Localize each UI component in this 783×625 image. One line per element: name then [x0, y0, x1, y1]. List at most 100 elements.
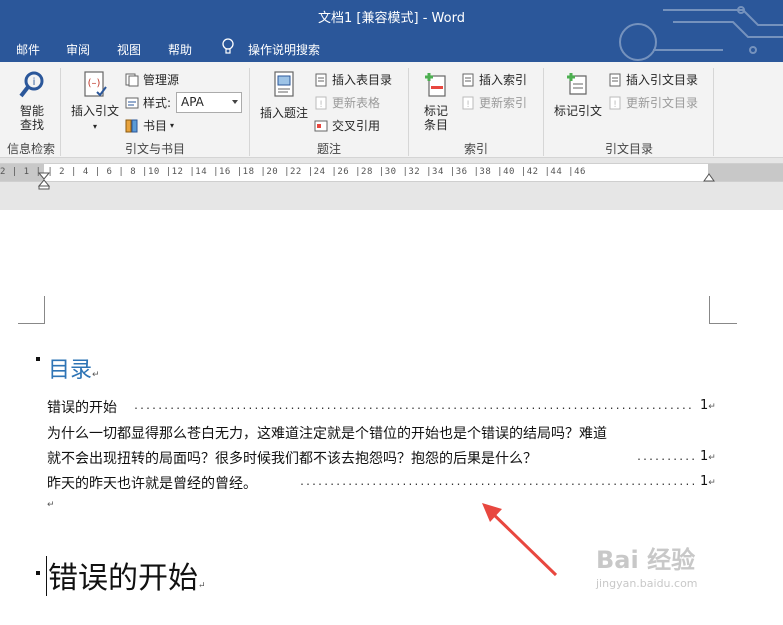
tab-view[interactable]: 视图	[117, 41, 141, 58]
manage-sources-icon	[125, 73, 139, 86]
separator	[249, 68, 250, 156]
update-index-label: 更新索引	[479, 96, 528, 110]
update-index-icon: !	[462, 96, 474, 110]
style-selector: 样式:	[125, 94, 171, 111]
group-label-research: 信息检索	[6, 142, 55, 156]
crop-mark	[18, 296, 45, 324]
separator	[408, 68, 409, 156]
toc-entry-text[interactable]: 为什么一切都显得那么苍白无力，这难道注定就是个错位的开始也是个错误的结局吗？难道	[47, 423, 607, 443]
update-toa-icon: !	[609, 96, 621, 110]
toc-entry-text[interactable]: 错误的开始	[47, 397, 117, 417]
tell-me-search[interactable]: 操作说明搜索	[248, 41, 320, 58]
update-table-label: 更新表格	[332, 96, 381, 110]
insert-caption-button[interactable]: 插入题注	[256, 70, 312, 120]
svg-text:i: i	[33, 77, 36, 88]
cross-reference-icon	[314, 120, 328, 131]
separator	[713, 68, 714, 156]
insert-caption-icon	[274, 71, 294, 97]
separator	[60, 68, 61, 156]
update-table-button[interactable]: ! 更新表格	[314, 94, 380, 111]
smart-lookup-button[interactable]: i 智能 查找	[12, 70, 52, 132]
toc-entry-text[interactable]: 昨天的昨天也许就是曾经的曾经。	[47, 473, 257, 493]
paragraph-mark: ↵	[198, 581, 206, 591]
bibliography-label: 书目	[143, 119, 168, 133]
update-table-icon: !	[315, 96, 327, 110]
style-dropdown[interactable]: APA	[176, 92, 242, 113]
insert-index-button[interactable]: 插入索引	[461, 71, 527, 88]
mark-entry-icon	[425, 73, 446, 97]
style-icon	[125, 97, 139, 108]
crop-mark	[709, 296, 737, 324]
manage-sources-label: 管理源	[143, 73, 180, 87]
insert-index-label: 插入索引	[479, 73, 528, 87]
toc-entry-text[interactable]: 就不会出现扭转的局面吗？很多时候我们都不该去抱怨吗？抱怨的后果是什么？	[47, 448, 537, 468]
paragraph-bullet	[36, 357, 40, 361]
update-toa-button[interactable]: ! 更新引文目录	[608, 94, 698, 111]
toc-heading-text: 目录	[48, 358, 93, 383]
svg-text:!: !	[613, 100, 617, 110]
svg-text:!: !	[466, 100, 470, 110]
insert-index-icon	[462, 73, 474, 86]
paragraph-bullet	[36, 571, 40, 575]
tab-mailings[interactable]: 邮件	[16, 41, 40, 58]
insert-toa-icon	[609, 73, 621, 86]
update-index-button[interactable]: ! 更新索引	[461, 94, 527, 111]
chevron-down-icon	[232, 100, 238, 104]
style-value: APA	[181, 95, 204, 109]
circuit-decoration	[619, 6, 783, 61]
paragraph-mark: ↵	[708, 478, 716, 488]
mark-entry-label: 标记 条目	[423, 104, 448, 132]
mark-entry-button[interactable]: 标记 条目	[416, 70, 456, 132]
chevron-down-icon: ▾	[92, 122, 97, 131]
group-label-index: 索引	[463, 142, 488, 156]
cross-reference-button[interactable]: 交叉引用	[314, 117, 380, 134]
watermark: Bai 经验 jingyan.baidu.com	[596, 540, 698, 590]
tab-review[interactable]: 审阅	[66, 41, 90, 58]
mark-citation-label: 标记引文	[553, 104, 602, 118]
paragraph-mark: ↵	[47, 500, 55, 510]
insert-caption-label: 插入题注	[259, 106, 308, 120]
paragraph-mark: ↵	[708, 453, 716, 463]
toc-leader-dots: ........................................…	[299, 477, 695, 488]
svg-text:(–): (–)	[88, 78, 101, 89]
group-label-citations: 引文与书目	[124, 142, 185, 156]
bibliography-icon	[125, 119, 138, 132]
toc-heading[interactable]: 目录↵	[48, 352, 100, 384]
toc-entry-page: 1↵	[700, 398, 716, 413]
lightbulb-icon[interactable]	[221, 38, 235, 59]
bibliography-button[interactable]: 书目 ▾	[125, 117, 174, 134]
toc-entry-page: 1↵	[700, 474, 716, 489]
update-toa-label: 更新引文目录	[626, 96, 699, 110]
annotation-arrow-icon	[482, 503, 558, 577]
insert-citation-label: 插入引文	[70, 104, 119, 118]
indent-marker-icon[interactable]	[38, 172, 50, 190]
insert-toa-button[interactable]: 插入引文目录	[608, 71, 698, 88]
smart-lookup-label: 智能 查找	[19, 104, 44, 132]
svg-text:!: !	[319, 100, 323, 110]
mark-citation-button[interactable]: 标记引文	[550, 70, 606, 118]
heading-1-text: 错误的开始	[48, 561, 198, 596]
manage-sources-button[interactable]: 管理源	[125, 71, 179, 88]
style-label: 样式:	[143, 96, 172, 110]
magnifier-icon: i	[19, 71, 44, 98]
ruler-ticks: 2 | 1 | | 2 | 4 | 6 | 8 |10 |12 |14 |16 …	[0, 167, 586, 177]
watermark-logo-text: Bai 经验	[596, 546, 696, 574]
insert-table-of-figures-button[interactable]: 插入表目录	[314, 71, 392, 88]
heading-1[interactable]: 错误的开始↵	[48, 553, 206, 597]
paragraph-mark: ↵	[708, 402, 716, 412]
insert-citation-icon: (–)	[84, 71, 107, 97]
watermark-url: jingyan.baidu.com	[596, 577, 698, 590]
right-indent-marker-icon[interactable]	[703, 170, 715, 182]
horizontal-ruler[interactable]: 2 | 1 | | 2 | 4 | 6 | 8 |10 |12 |14 |16 …	[0, 163, 783, 182]
insert-toa-label: 插入引文目录	[626, 73, 699, 87]
group-label-captions: 题注	[316, 142, 341, 156]
paragraph-mark: ↵	[92, 370, 100, 380]
ribbon: i 智能 查找 信息检索 (–) 插入引文 ▾ 管理源 样式: APA 书目 ▾…	[0, 62, 783, 158]
separator	[543, 68, 544, 156]
chevron-down-icon: ▾	[170, 121, 175, 130]
insert-citation-button[interactable]: (–) 插入引文 ▾	[68, 70, 122, 134]
toc-entry-page: 1↵	[700, 449, 716, 464]
group-label-toa: 引文目录	[604, 142, 653, 156]
text-cursor	[46, 556, 47, 596]
tab-help[interactable]: 帮助	[168, 41, 192, 58]
